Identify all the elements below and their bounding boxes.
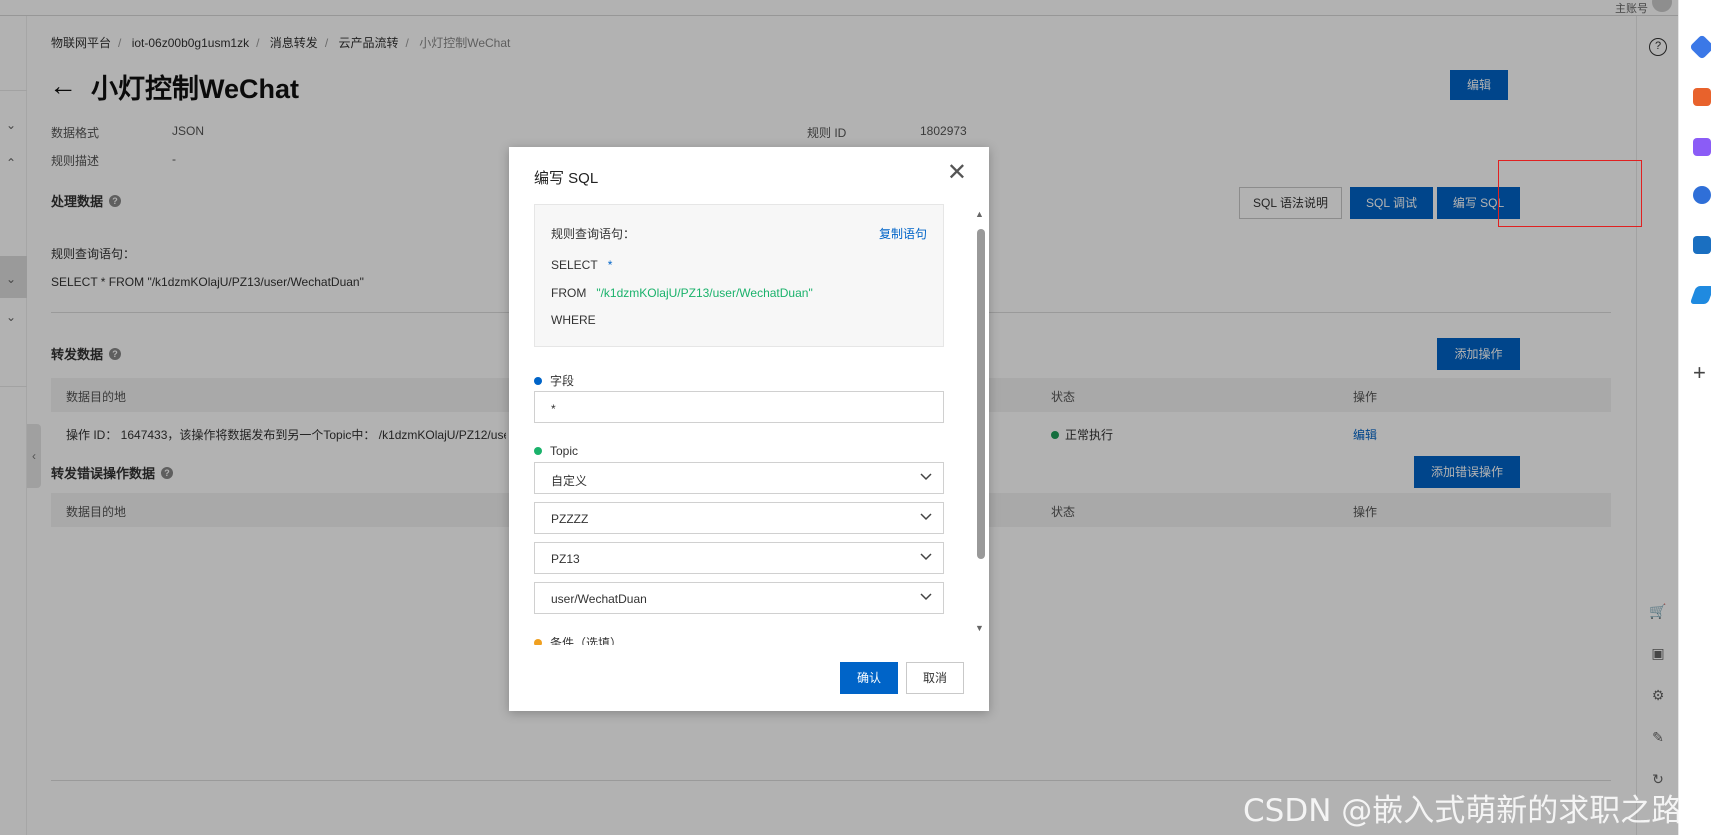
topic-label-text: Topic — [550, 444, 579, 458]
topic-product-select[interactable]: PZZZZ — [534, 502, 944, 534]
sql-preview-label: 规则查询语句： — [551, 227, 636, 241]
topic-device-select[interactable]: PZ13 — [534, 542, 944, 574]
sql-select-line: SELECT * — [551, 258, 612, 272]
outlook-icon[interactable] — [1693, 236, 1711, 254]
topic-path-select[interactable]: user/WechatDuan — [534, 582, 944, 614]
sql-keyword: WHERE — [551, 313, 596, 327]
watermark: CSDN @嵌入式萌新的求职之路 — [1243, 793, 1683, 829]
scroll-up-icon[interactable]: ▲ — [975, 209, 984, 219]
sql-from-line: FROM "/k1dzmKOlajU/PZ13/user/WechatDuan" — [551, 286, 813, 300]
chevron-down-icon — [920, 473, 932, 481]
game-icon[interactable] — [1693, 138, 1711, 156]
sql-keyword: SELECT — [551, 258, 598, 272]
topic-type-select[interactable]: 自定义 — [534, 462, 944, 494]
field-input[interactable]: * — [534, 391, 944, 423]
dot-icon — [534, 638, 542, 645]
sql-select-value: * — [607, 258, 613, 272]
dialog-title: 编写 SQL — [534, 170, 599, 187]
field-label-text: 字段 — [550, 374, 575, 388]
topic-label: Topic — [534, 444, 578, 458]
dot-icon — [534, 376, 542, 385]
send-icon[interactable] — [1689, 286, 1711, 304]
cancel-button[interactable]: 取消 — [906, 662, 964, 694]
select-value: PZ13 — [551, 552, 580, 566]
scroll-down-icon[interactable]: ▼ — [975, 623, 984, 633]
sql-preview: 规则查询语句： 复制语句 SELECT * FROM "/k1dzmKOlajU/P… — [534, 204, 944, 347]
close-icon[interactable]: ✕ — [947, 161, 967, 185]
condition-label: 条件（选填） — [534, 637, 954, 645]
condition-label-text: 条件（选填） — [550, 637, 623, 645]
plus-icon[interactable]: + — [1693, 360, 1706, 386]
select-value: PZZZZ — [551, 512, 589, 526]
chevron-down-icon — [920, 593, 932, 601]
chevron-down-icon — [920, 553, 932, 561]
confirm-button[interactable]: 确认 — [840, 662, 898, 694]
dot-icon — [534, 447, 542, 455]
sql-keyword: FROM — [551, 286, 587, 300]
dialog-scrollbar[interactable]: ▲ ▼ — [975, 209, 985, 633]
scroll-thumb[interactable] — [977, 229, 985, 559]
highlight-box — [1498, 160, 1642, 227]
sql-where-line: WHERE — [551, 313, 596, 327]
toolbox-icon[interactable] — [1693, 88, 1711, 106]
select-value: user/WechatDuan — [551, 592, 647, 606]
copilot-icon[interactable] — [1693, 186, 1711, 204]
sql-from-value: "/k1dzmKOlajU/PZ13/user/WechatDuan" — [596, 286, 813, 300]
bookmark-icon[interactable] — [1689, 34, 1711, 60]
browser-side-strip: + — [1678, 0, 1711, 835]
write-sql-dialog: 编写 SQL ✕ 规则查询语句： 复制语句 SELECT * FROM "/k1dz… — [509, 147, 989, 711]
chevron-down-icon — [920, 513, 932, 521]
select-value: 自定义 — [551, 474, 588, 488]
copy-statement-link[interactable]: 复制语句 — [879, 225, 927, 242]
field-label: 字段 — [534, 372, 574, 389]
